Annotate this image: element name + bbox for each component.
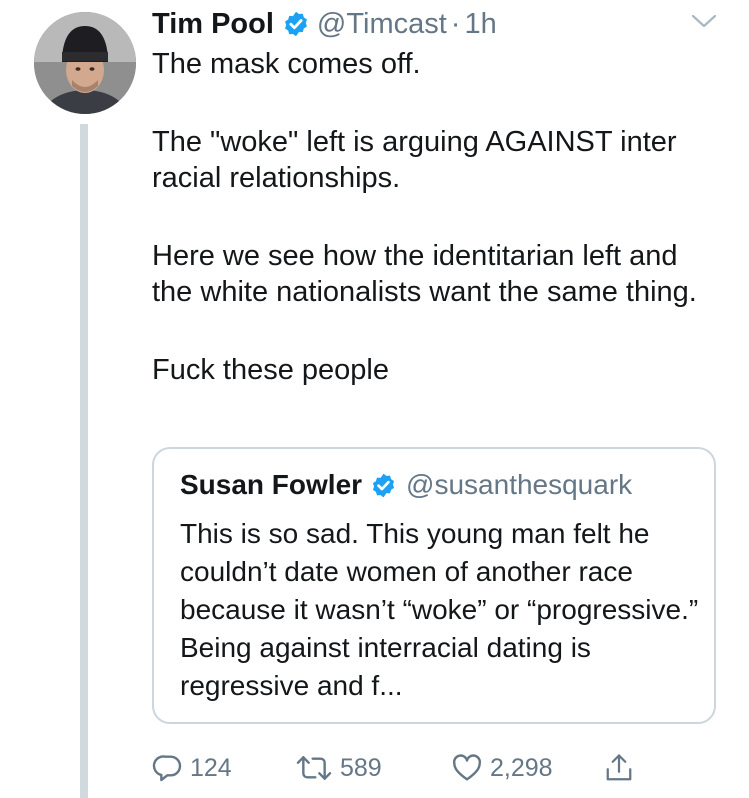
like-count: 2,298 (490, 753, 553, 782)
share-button[interactable] (604, 748, 634, 788)
quoted-author-handle: @susanthesquark (406, 469, 633, 500)
verified-badge-icon (284, 11, 307, 37)
quoted-tweet[interactable]: Susan Fowler @susanthesquark This is so … (152, 447, 716, 724)
quoted-author-name: Susan Fowler (180, 469, 363, 500)
retweet-button[interactable]: 589 (294, 748, 382, 788)
tweet-header: Tim Pool @Timcast · 1h (152, 6, 497, 42)
action-bar: 124 589 2,298 (152, 748, 712, 788)
tweet[interactable]: Tim Pool @Timcast · 1h The mask comes of… (0, 0, 749, 798)
tweet-paragraph: Fuck these people (152, 354, 389, 386)
timestamp[interactable]: 1h (464, 8, 496, 41)
reply-button[interactable]: 124 (152, 748, 232, 788)
chevron-down-icon[interactable] (691, 12, 717, 30)
author-name[interactable]: Tim Pool (152, 8, 274, 41)
retweet-count: 589 (340, 753, 382, 782)
tweet-paragraph: Here we see how the identitarian left an… (152, 240, 697, 308)
quoted-tweet-text: This is so sad. This young man felt he c… (180, 518, 699, 701)
like-icon (452, 754, 482, 781)
like-button[interactable]: 2,298 (450, 748, 553, 788)
share-icon (606, 754, 632, 781)
tweet-text: The mask comes off. The "woke" left is a… (152, 46, 732, 388)
thread-line (80, 124, 88, 798)
author-handle[interactable]: @Timcast (317, 8, 447, 41)
avatar[interactable] (34, 12, 136, 114)
tweet-paragraph: The mask comes off. (152, 48, 421, 80)
avatar-image (34, 12, 136, 114)
retweet-icon (296, 756, 332, 780)
quoted-tweet-header: Susan Fowler @susanthesquark (180, 469, 632, 501)
verified-badge-icon (372, 473, 395, 497)
reply-icon (152, 755, 182, 782)
reply-count: 124 (190, 753, 232, 782)
tweet-paragraph: The "woke" left is arguing AGAINST inter… (152, 126, 677, 194)
separator-dot: · (450, 7, 461, 40)
